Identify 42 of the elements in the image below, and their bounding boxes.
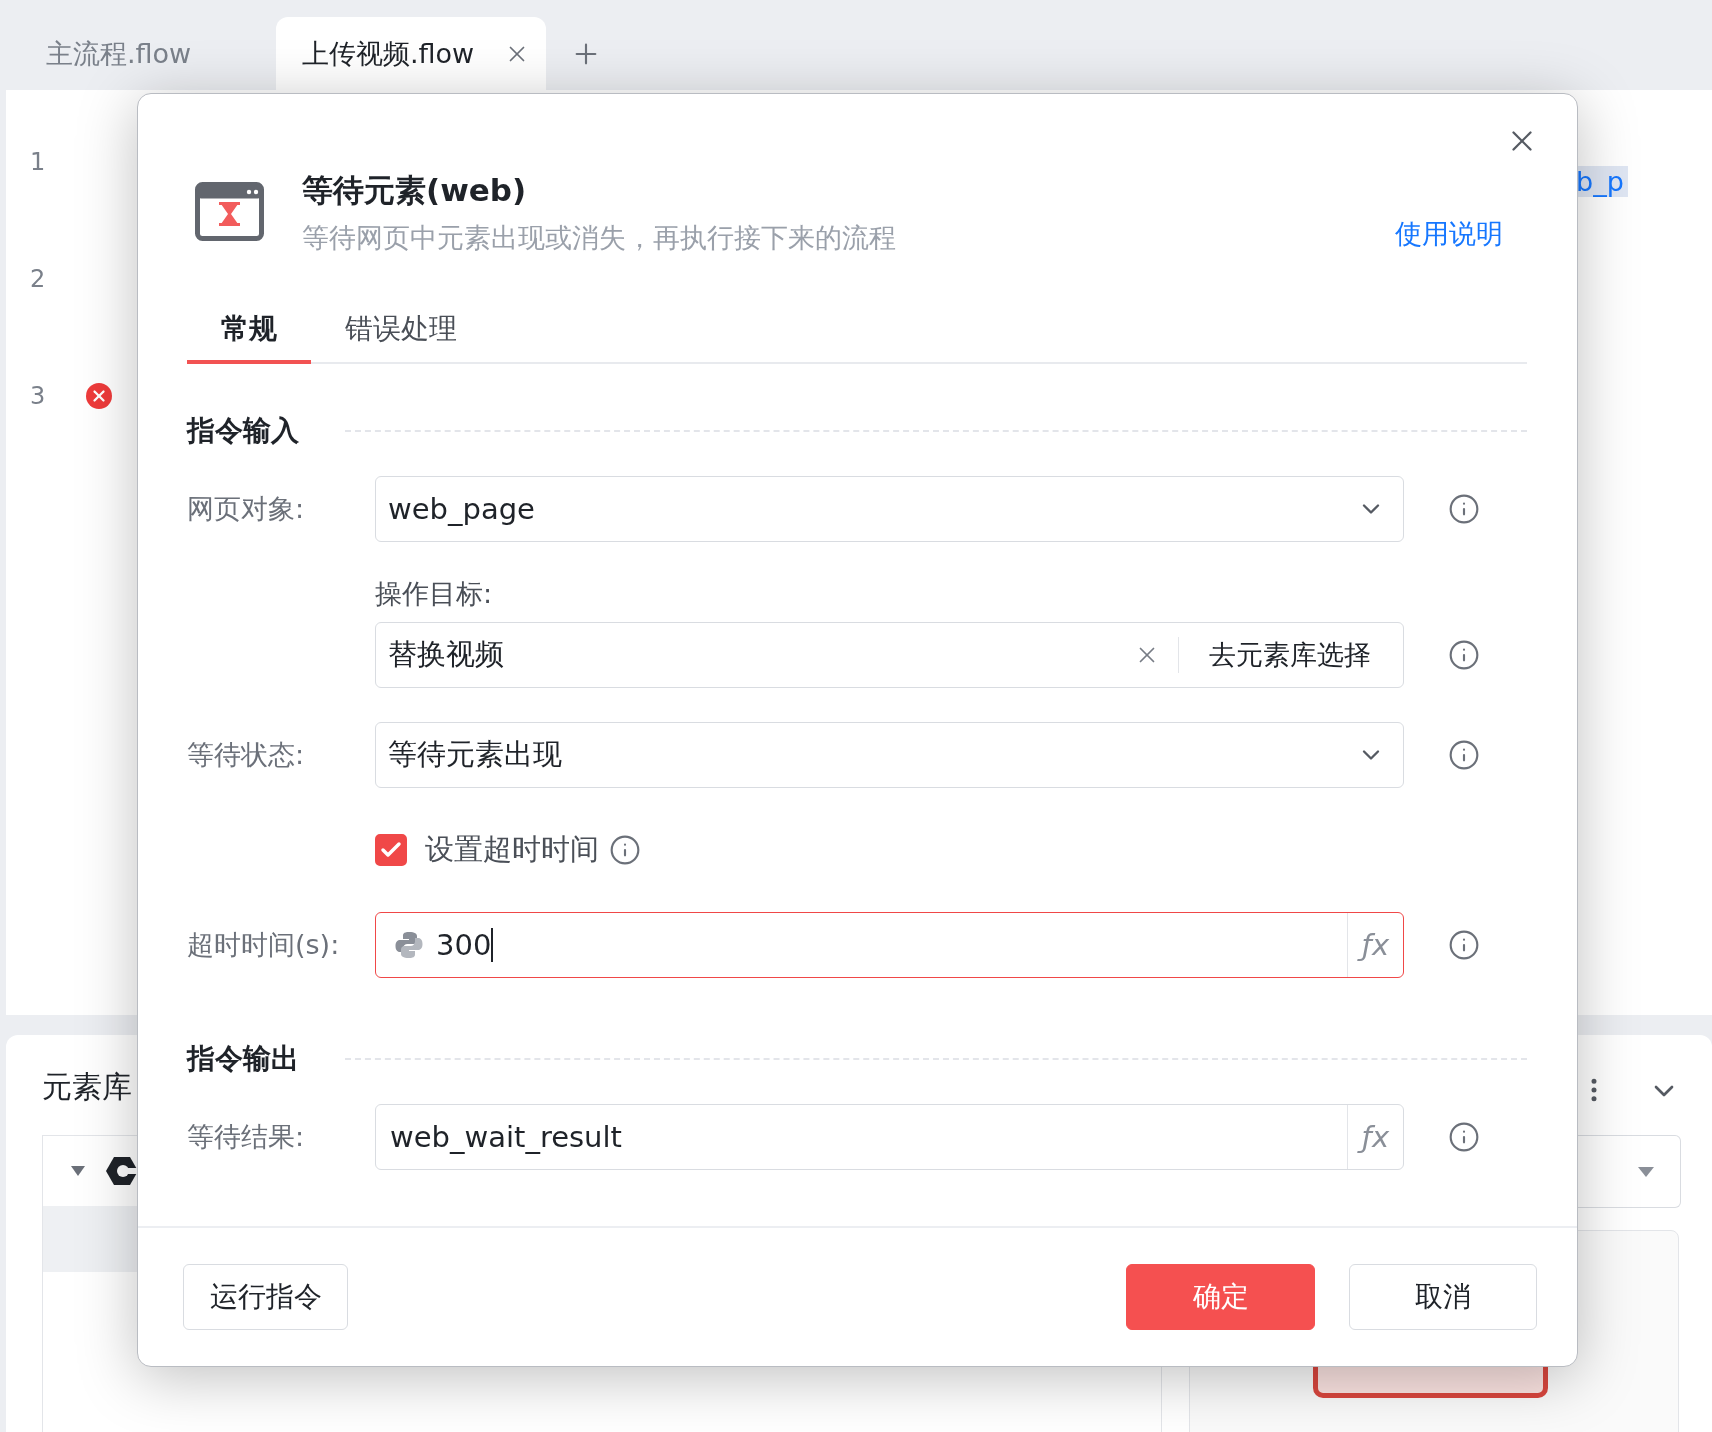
line-number: 3 — [29, 381, 47, 410]
info-icon[interactable] — [609, 834, 641, 866]
info-icon[interactable] — [1448, 1121, 1480, 1153]
caret-icon — [1638, 1166, 1654, 1177]
field-label: 操作目标: — [375, 577, 494, 611]
info-icon[interactable] — [1448, 493, 1480, 525]
info-icon[interactable] — [1448, 639, 1480, 671]
field-label: 网页对象: — [187, 492, 306, 526]
element-library-link[interactable]: 去元素库选择 — [1209, 637, 1403, 673]
python-icon — [394, 930, 424, 960]
caret-icon[interactable] — [71, 1166, 85, 1176]
dialog-tab[interactable]: 常规 — [187, 300, 311, 364]
panel-title: 元素库 — [42, 1068, 132, 1106]
line-number: 1 — [29, 147, 47, 176]
field-label: 超时时间(s): — [187, 928, 341, 962]
select-field[interactable]: 等待元素出现 — [375, 722, 1404, 788]
section-title: 指令输出 — [187, 1041, 299, 1077]
checkbox-label: 设置超时时间 — [425, 831, 599, 868]
hourglass-window-icon — [195, 181, 264, 241]
expression-field[interactable]: 300 ƒx — [375, 912, 1404, 978]
file-tab[interactable]: 上传视频.flow — [276, 17, 546, 90]
expression-field[interactable]: web_wait_result ƒx — [375, 1104, 1404, 1170]
select-field[interactable]: web_page — [375, 476, 1404, 542]
checkbox[interactable] — [375, 834, 407, 866]
field-label: 等待状态: — [187, 738, 306, 772]
section-title: 指令输入 — [187, 413, 299, 449]
field-value: web_wait_result — [390, 1120, 622, 1154]
dialog-title: 等待元素(web) — [302, 171, 528, 210]
run-command-button[interactable]: 运行指令 — [183, 1264, 348, 1330]
help-link[interactable]: 使用说明 — [1395, 216, 1503, 252]
field-label: 等待结果: — [187, 1120, 306, 1154]
dialog-tab[interactable]: 错误处理 — [311, 300, 491, 364]
info-icon[interactable] — [1448, 929, 1480, 961]
tab-label: 上传视频.flow — [302, 36, 475, 71]
cancel-button[interactable]: 取消 — [1349, 1264, 1537, 1330]
line-number: 2 — [29, 264, 47, 293]
text-cursor — [491, 928, 494, 962]
tab-label: 主流程.flow — [46, 36, 192, 71]
field-value: 300 — [436, 928, 492, 962]
dialog-description: 等待网页中元素出现或消失，再执行接下来的流程 — [302, 221, 897, 255]
element-picker-field[interactable]: 替换视频 去元素库选择 — [375, 622, 1404, 688]
info-icon[interactable] — [1448, 739, 1480, 771]
